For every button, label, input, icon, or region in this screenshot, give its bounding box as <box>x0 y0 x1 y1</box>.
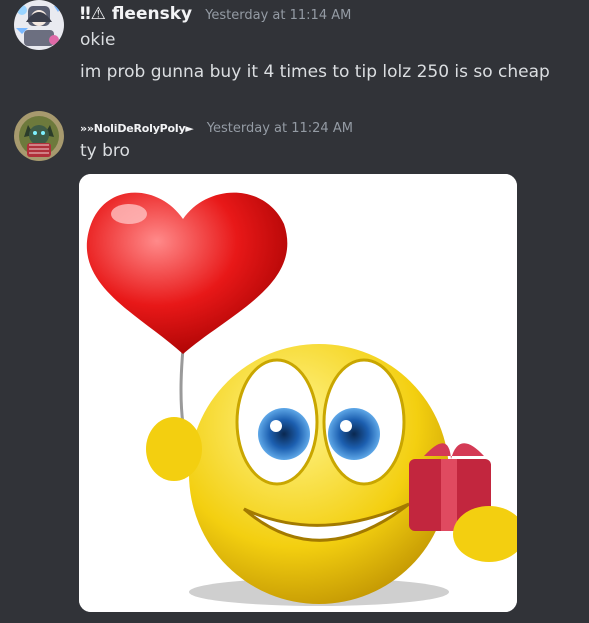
username[interactable]: »»NoliDeRolyPoly► <box>80 122 194 135</box>
anime-character-avatar-icon <box>14 0 64 50</box>
smiley-heart-balloon-gift-image-icon <box>79 174 517 612</box>
message-header: ‼⚠ fleensky Yesterday at 11:14 AM <box>80 4 351 24</box>
user-avatar[interactable] <box>14 0 64 50</box>
user-avatar[interactable] <box>14 111 64 161</box>
message-header: »»NoliDeRolyPoly► Yesterday at 11:24 AM <box>80 117 353 136</box>
timestamp[interactable]: Yesterday at 11:14 AM <box>205 8 351 23</box>
message-text: ty bro <box>80 141 130 161</box>
wolf-character-avatar-icon <box>14 111 64 161</box>
message-text: im prob gunna buy it 4 times to tip lolz… <box>80 62 550 82</box>
timestamp[interactable]: Yesterday at 11:24 AM <box>207 121 353 136</box>
image-attachment[interactable] <box>79 174 517 612</box>
username[interactable]: ‼⚠ fleensky <box>80 4 192 24</box>
message-text: okie <box>80 30 116 50</box>
